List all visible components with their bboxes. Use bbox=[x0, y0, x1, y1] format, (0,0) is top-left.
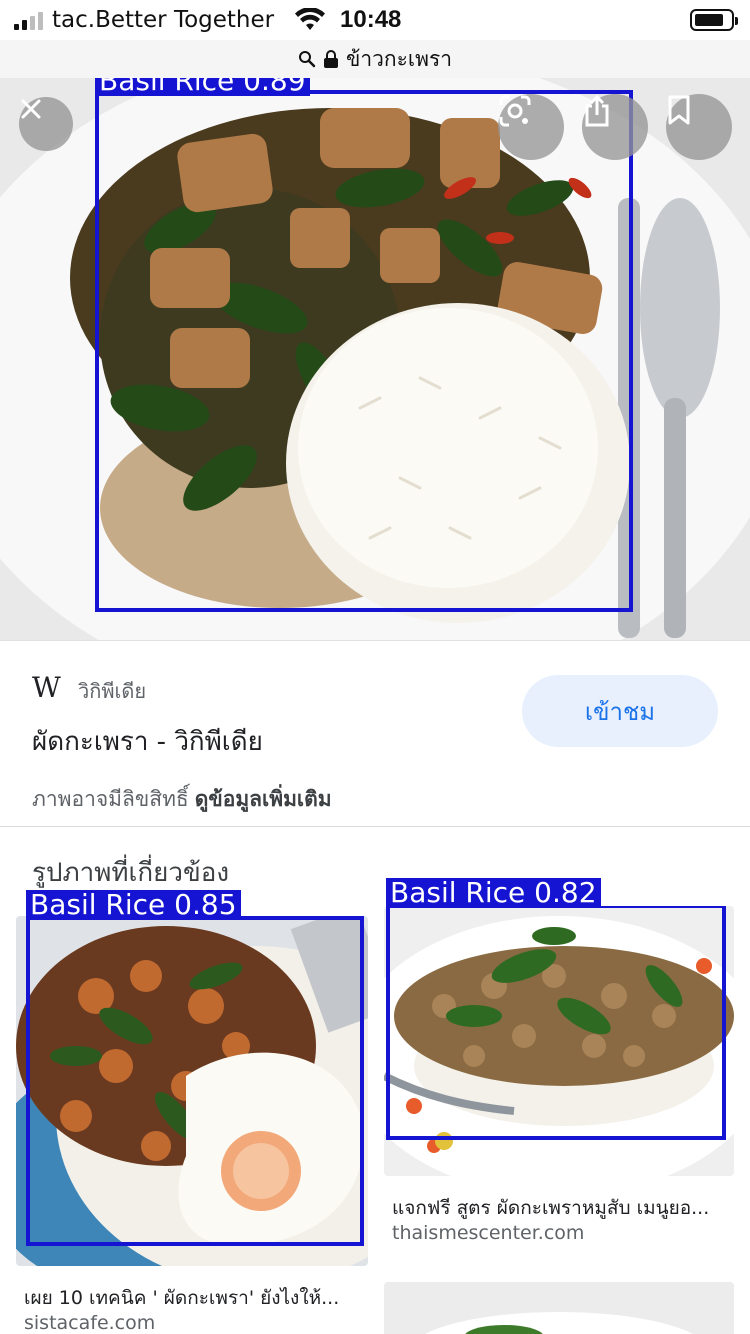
lens-icon bbox=[499, 95, 531, 127]
detection-box bbox=[95, 90, 633, 612]
wifi-icon bbox=[295, 8, 325, 30]
lens-button[interactable] bbox=[498, 94, 564, 160]
related-domain-2: thaismescenter.com bbox=[392, 1222, 585, 1244]
url-query: ข้าวกะเพรา bbox=[345, 46, 453, 71]
clock: 10:48 bbox=[340, 6, 402, 33]
status-bar: tac.Better Together 10:48 bbox=[0, 0, 750, 40]
detection-box bbox=[386, 906, 726, 1140]
source-card: W วิกิพีเดีย ผัดกะเพรา - วิกิพีเดีย เข้า… bbox=[0, 640, 750, 826]
search-icon bbox=[298, 51, 316, 68]
hero-image[interactable]: Basil Rice 0.89 bbox=[0, 78, 750, 640]
related-caption-1[interactable]: เผย 10 เทคนิค ' ผัดกะเพรา' ยังไงให้... bbox=[24, 1283, 339, 1313]
source-name: วิกิพีเดีย bbox=[78, 679, 147, 703]
related-image-3[interactable] bbox=[384, 1282, 734, 1334]
basil-rice-photo-partial bbox=[384, 1282, 734, 1334]
related-domain-1: sistacafe.com bbox=[24, 1312, 156, 1334]
wikipedia-logo: W bbox=[32, 671, 61, 704]
detection-label: Basil Rice 0.82 bbox=[386, 878, 601, 908]
bookmark-button[interactable] bbox=[666, 94, 732, 160]
detection-label: Basil Rice 0.89 bbox=[95, 78, 310, 96]
detection-box bbox=[26, 916, 364, 1246]
carrier-name: tac.Better Together bbox=[52, 7, 275, 33]
share-button[interactable] bbox=[582, 94, 648, 160]
divider bbox=[0, 826, 750, 827]
more-info-link[interactable]: ดูข้อมูลเพิ่มเติม bbox=[195, 787, 332, 811]
close-button[interactable] bbox=[19, 97, 73, 151]
visit-button[interactable]: เข้าชม bbox=[522, 675, 718, 747]
close-icon bbox=[21, 99, 41, 119]
source-title[interactable]: ผัดกะเพรา - วิกิพีเดีย bbox=[32, 721, 263, 762]
related-images-heading: รูปภาพที่เกี่ยวข้อง bbox=[32, 858, 230, 888]
lock-icon bbox=[323, 50, 338, 68]
copyright-notice: ภาพอาจมีลิขสิทธิ์ ดูข้อมูลเพิ่มเติม bbox=[32, 783, 332, 816]
related-image-2[interactable] bbox=[384, 906, 734, 1176]
copyright-text: ภาพอาจมีลิขสิทธิ์ bbox=[32, 787, 189, 811]
url-bar[interactable]: ข้าวกะเพรา bbox=[0, 40, 750, 78]
signal-strength-icon bbox=[14, 12, 43, 30]
battery-icon bbox=[690, 9, 738, 31]
related-caption-2[interactable]: แจกฟรี สูตร ผัดกะเพราหมูสับ เมนูยอ... bbox=[392, 1193, 709, 1223]
bookmark-icon bbox=[668, 95, 690, 125]
related-image-1[interactable] bbox=[16, 916, 368, 1266]
detection-label: Basil Rice 0.85 bbox=[26, 890, 241, 920]
share-icon bbox=[585, 94, 609, 127]
